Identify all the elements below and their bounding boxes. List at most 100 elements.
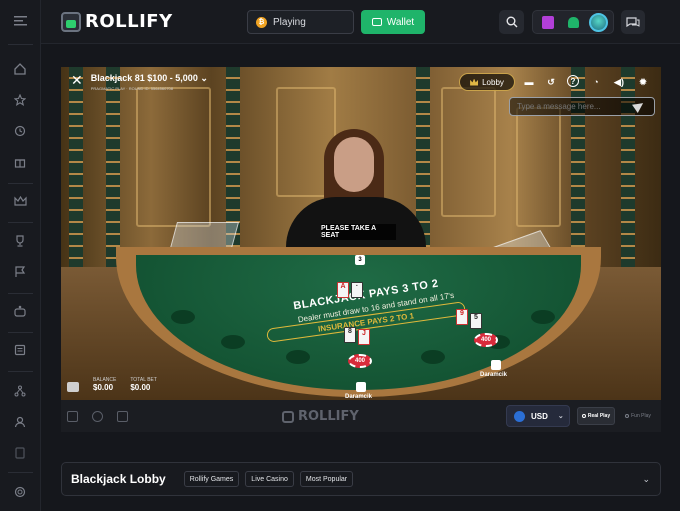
- affiliate-icon[interactable]: [10, 381, 30, 401]
- crown-icon[interactable]: [10, 191, 30, 211]
- live-game-frame[interactable]: BLACKJACK PAYS 3 TO 2 Dealer must draw t…: [61, 67, 661, 400]
- close-icon[interactable]: ✕: [71, 73, 83, 87]
- player-seat-marker: [491, 360, 501, 370]
- usd-coin-icon: [514, 410, 525, 422]
- logo-icon: [282, 410, 294, 423]
- player-card: 8: [344, 327, 356, 343]
- app-root: ROLLIFY ₿ Playing Wallet BLACKJACK PAYS …: [0, 0, 680, 511]
- flag-icon[interactable]: [10, 262, 30, 282]
- sidebar-divider: [8, 472, 33, 473]
- trophy-icon[interactable]: [10, 231, 30, 251]
- statistics-icon[interactable]: ◔: [589, 75, 603, 89]
- sidebar: [0, 0, 41, 511]
- balance-area: BALANCE $0.00 TOTAL BET $0.00: [67, 377, 157, 392]
- playing-balance-button[interactable]: ₿ Playing: [247, 10, 354, 34]
- player-card: J: [358, 329, 370, 345]
- game-bar-logo-text: ROLLIFY: [298, 409, 359, 424]
- logo-icon: [61, 11, 81, 32]
- slots-icon[interactable]: [10, 301, 30, 321]
- decor-stripe: [69, 67, 83, 277]
- brand-logo[interactable]: ROLLIFY: [61, 11, 173, 32]
- crown-icon: [470, 78, 479, 86]
- tag-most-popular[interactable]: Most Popular: [299, 471, 354, 487]
- home-icon[interactable]: [10, 59, 30, 79]
- game-title: Blackjack 81 $100 - 5,000: [90, 73, 198, 83]
- bet-chip: 400: [474, 333, 498, 347]
- search-button[interactable]: [499, 10, 524, 34]
- game-title-row[interactable]: Blackjack 81 $100 - 5,000 ⌄: [91, 73, 208, 84]
- balance-value: $0.00: [93, 383, 114, 392]
- playing-label: Playing: [273, 16, 306, 28]
- fun-play-button[interactable]: Fun Play: [620, 407, 656, 425]
- user-icon[interactable]: [10, 412, 30, 432]
- wall-panel: [516, 107, 561, 227]
- sidebar-divider: [8, 371, 33, 372]
- favorite-icon[interactable]: [92, 411, 103, 422]
- help-icon[interactable]: ?: [567, 75, 579, 87]
- bell-icon[interactable]: [568, 16, 579, 28]
- chat-button[interactable]: [621, 10, 645, 34]
- support-icon[interactable]: [10, 482, 30, 502]
- decor-stripe: [106, 67, 120, 277]
- sidebar-divider: [8, 183, 33, 184]
- bet-chip: 400: [348, 354, 372, 368]
- game-bar-logo: ROLLIFY: [282, 409, 359, 424]
- sidebar-divider: [8, 293, 33, 294]
- lobby-panel[interactable]: Blackjack Lobby Rollify Games Live Casin…: [61, 462, 661, 496]
- sidebar-divider: [8, 332, 33, 333]
- betting-spot[interactable]: [286, 350, 310, 364]
- chevron-down-icon[interactable]: ⌄: [642, 474, 650, 485]
- dealer-card: A: [337, 282, 349, 298]
- fun-play-label: Fun Play: [631, 413, 651, 419]
- avatar[interactable]: [589, 12, 608, 32]
- user-actions-group: [532, 10, 614, 34]
- dealer-face: [334, 137, 374, 192]
- radio-icon: [625, 414, 630, 418]
- player-card: 5: [470, 313, 482, 329]
- currency-select[interactable]: USD ⌄: [506, 405, 570, 427]
- player-name: Daramcik: [480, 372, 508, 378]
- fullscreen-icon[interactable]: [117, 411, 128, 422]
- sound-icon[interactable]: ◀): [612, 75, 626, 89]
- rewards-gift-icon[interactable]: [542, 15, 554, 29]
- wall-panel: [441, 87, 496, 217]
- game-subtitle: PRAGMATIC PLAY · ROUND ID: 5564560708: [90, 86, 173, 91]
- tag-live-casino[interactable]: Live Casino: [245, 471, 294, 487]
- history-icon[interactable]: ↺: [544, 75, 558, 89]
- gift-icon[interactable]: [10, 152, 30, 172]
- betting-spot[interactable]: [221, 335, 245, 349]
- dealer-hand-count: 3: [355, 255, 365, 265]
- game-control-bar: ROLLIFY USD ⌄ Real Play Fun Play: [61, 400, 661, 432]
- betting-spot[interactable]: [421, 350, 445, 364]
- history-icon[interactable]: [10, 121, 30, 141]
- real-play-label: Real Play: [587, 413, 611, 419]
- document-icon[interactable]: [10, 443, 30, 463]
- top-bar: ROLLIFY ₿ Playing Wallet: [41, 0, 680, 44]
- take-seat-prompt: PLEASE TAKE A SEAT: [321, 224, 396, 240]
- news-icon[interactable]: [10, 340, 30, 360]
- star-icon[interactable]: [10, 90, 30, 110]
- balance-block: BALANCE $0.00: [93, 377, 116, 392]
- settings-icon[interactable]: ✹: [636, 75, 650, 89]
- brand-name: ROLLIFY: [85, 11, 173, 32]
- total-bet-block: TOTAL BET $0.00: [130, 377, 157, 392]
- chat-toggle-icon[interactable]: ▬: [522, 75, 536, 89]
- stats-icon[interactable]: [67, 411, 78, 422]
- betting-spot[interactable]: [171, 310, 195, 324]
- menu-icon[interactable]: [10, 11, 30, 31]
- radio-icon: [581, 414, 586, 418]
- game-header: ✕ Blackjack 81 $100 - 5,000 ⌄ PRAGMATIC …: [71, 73, 208, 91]
- chat-icon: [626, 17, 640, 28]
- wallet-button[interactable]: Wallet: [361, 10, 425, 34]
- total-bet-value: $0.00: [130, 383, 151, 392]
- sidebar-divider: [8, 44, 33, 45]
- chevron-down-icon: ⌄: [557, 413, 564, 420]
- betting-spot[interactable]: [531, 310, 555, 324]
- tag-rollify-games[interactable]: Rollify Games: [183, 471, 240, 487]
- lobby-button[interactable]: Lobby: [459, 73, 515, 91]
- wallet-label: Wallet: [386, 16, 415, 28]
- lobby-label: Lobby: [482, 77, 504, 87]
- player-seat-marker: [356, 382, 366, 392]
- real-play-button[interactable]: Real Play: [577, 407, 615, 425]
- sidebar-divider: [8, 222, 33, 223]
